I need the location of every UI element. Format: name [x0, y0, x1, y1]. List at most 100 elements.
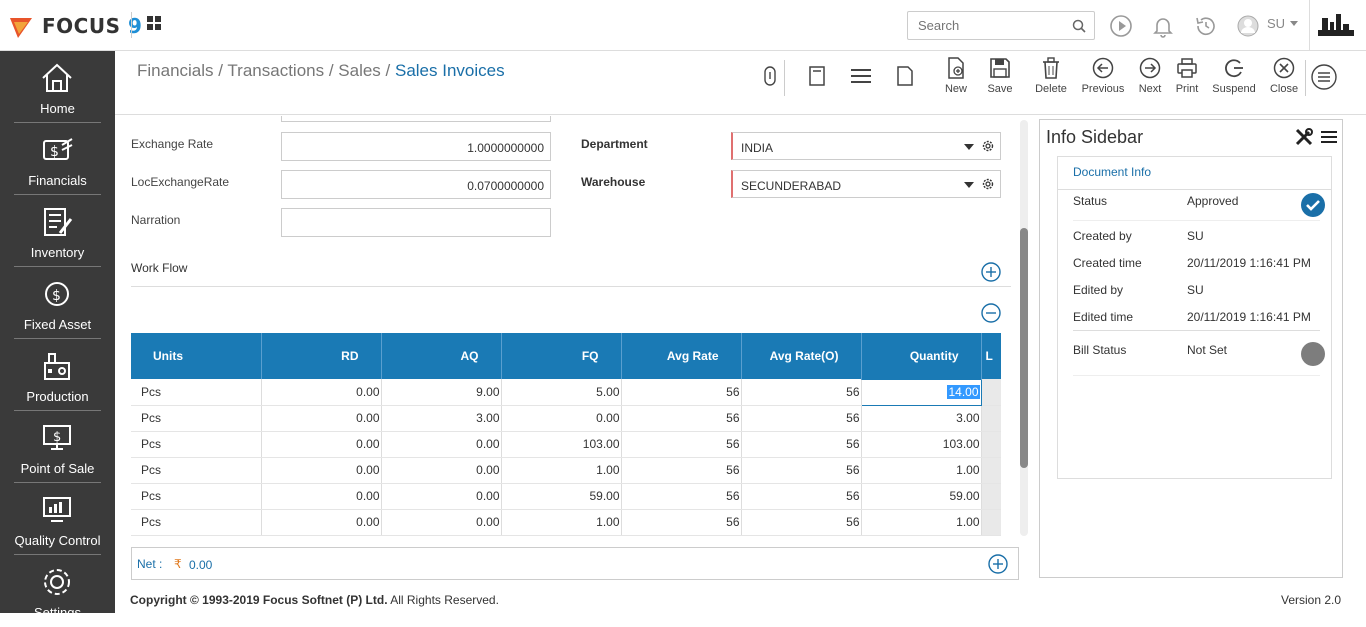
gear-icon[interactable] — [982, 178, 994, 190]
save-button[interactable]: Save — [984, 57, 1016, 95]
dropdown-caret-icon[interactable] — [964, 144, 974, 150]
cell-rd[interactable]: 0.00 — [261, 509, 382, 536]
warehouse-select[interactable]: SECUNDERABAD — [731, 170, 1001, 198]
cell-aq[interactable]: 0.00 — [381, 509, 502, 536]
print-button[interactable]: Print — [1172, 57, 1202, 95]
cell-quantity[interactable]: 103.00 — [861, 431, 982, 458]
cell-aq[interactable]: 0.00 — [381, 457, 502, 484]
cell-aq[interactable]: 9.00 — [381, 379, 502, 406]
cell-quantity[interactable]: 59.00 — [861, 483, 982, 510]
column-header-l[interactable]: L — [981, 333, 1001, 379]
delete-button[interactable]: Delete — [1032, 57, 1070, 95]
cell-avg-rate-o[interactable]: 56 — [741, 405, 862, 432]
attachment-icon[interactable] — [762, 65, 778, 87]
suspend-button[interactable]: Suspend — [1210, 57, 1258, 95]
column-header-aq[interactable]: AQ — [381, 333, 502, 379]
column-header-quantity[interactable]: Quantity — [861, 333, 982, 379]
cell-units[interactable]: Pcs — [131, 457, 262, 484]
sidebar-item-production[interactable]: Production — [0, 339, 115, 411]
tools-icon[interactable] — [1294, 127, 1314, 147]
expand-plus-icon[interactable] — [988, 554, 1008, 574]
cell-fq[interactable]: 59.00 — [501, 483, 622, 510]
cell-units[interactable]: Pcs — [131, 509, 262, 536]
breadcrumb-financials[interactable]: Financials — [137, 61, 214, 80]
expand-plus-icon[interactable] — [981, 262, 1001, 282]
cell-avg-rate-o[interactable]: 56 — [741, 457, 862, 484]
cell-units[interactable]: Pcs — [131, 431, 262, 458]
exchange-rate-field[interactable]: 1.0000000000 — [281, 132, 551, 161]
play-icon[interactable] — [1109, 14, 1133, 38]
cell-avg-rate[interactable]: 56 — [621, 431, 742, 458]
column-header-avg-rate-o[interactable]: Avg Rate(O) — [741, 333, 862, 379]
apps-grid-icon[interactable] — [147, 16, 161, 30]
cell-aq[interactable]: 0.00 — [381, 483, 502, 510]
scrollbar-thumb[interactable] — [1020, 228, 1028, 468]
cell-avg-rate-o[interactable]: 56 — [741, 379, 862, 406]
table-row[interactable]: Pcs 0.00 0.00 103.00 56 56 103.00 — [131, 431, 1001, 458]
cell-avg-rate-o[interactable]: 56 — [741, 509, 862, 536]
search-input[interactable] — [908, 12, 1058, 39]
column-header-fq[interactable]: FQ — [501, 333, 622, 379]
sidebar-item-fixed-asset[interactable]: $ Fixed Asset — [0, 267, 115, 339]
cell-avg-rate-o[interactable]: 56 — [741, 431, 862, 458]
cell-rd[interactable]: 0.00 — [261, 379, 382, 406]
previous-button[interactable]: Previous — [1079, 57, 1127, 95]
cell-quantity-editing[interactable]: 14.00 — [860, 378, 982, 406]
cell-rd[interactable]: 0.00 — [261, 483, 382, 510]
next-button[interactable]: Next — [1134, 57, 1166, 95]
cell-avg-rate[interactable]: 56 — [621, 483, 742, 510]
cell-units[interactable]: Pcs — [131, 405, 262, 432]
sidebar-item-point-of-sale[interactable]: $ Point of Sale — [0, 411, 115, 483]
form-view-icon[interactable] — [808, 66, 826, 86]
hamburger-menu-icon[interactable] — [1320, 129, 1338, 145]
table-row[interactable]: Pcs 0.00 0.00 59.00 56 56 59.00 — [131, 483, 1001, 510]
sidebar-item-settings[interactable]: Settings — [0, 555, 115, 627]
sidebar-item-home[interactable]: Home — [0, 51, 115, 123]
cell-avg-rate[interactable]: 56 — [621, 457, 742, 484]
selected-text[interactable]: 14.00 — [947, 385, 980, 399]
sidebar-item-financials[interactable]: $ Financials — [0, 123, 115, 195]
user-name[interactable]: SU — [1267, 16, 1285, 31]
history-icon[interactable] — [1194, 14, 1218, 38]
gear-icon[interactable] — [982, 140, 994, 152]
cell-fq[interactable]: 1.00 — [501, 457, 622, 484]
document-icon[interactable] — [896, 66, 914, 86]
table-row[interactable]: Pcs 0.00 0.00 1.00 56 56 1.00 — [131, 509, 1001, 536]
table-row[interactable]: Pcs 0.00 3.00 0.00 56 56 3.00 — [131, 405, 1001, 432]
cell-rd[interactable]: 0.00 — [261, 431, 382, 458]
search-icon[interactable] — [1072, 19, 1086, 33]
cell-units[interactable]: Pcs — [131, 483, 262, 510]
cell-l[interactable] — [981, 483, 1001, 510]
cell-l[interactable] — [981, 405, 1001, 432]
breadcrumb-transactions[interactable]: Transactions — [227, 61, 324, 80]
cell-avg-rate[interactable]: 56 — [621, 405, 742, 432]
cell-fq[interactable]: 103.00 — [501, 431, 622, 458]
notifications-bell-icon[interactable] — [1151, 14, 1175, 38]
menu-icon[interactable] — [1311, 64, 1337, 90]
department-select[interactable]: INDIA — [731, 132, 1001, 160]
chevron-down-icon[interactable] — [1290, 21, 1298, 26]
cell-aq[interactable]: 3.00 — [381, 405, 502, 432]
user-avatar-icon[interactable] — [1236, 14, 1260, 38]
cell-rd[interactable]: 0.00 — [261, 405, 382, 432]
cell-fq[interactable]: 1.00 — [501, 509, 622, 536]
breadcrumb-sales[interactable]: Sales — [338, 61, 381, 80]
cell-quantity[interactable]: 1.00 — [861, 457, 982, 484]
list-view-icon[interactable] — [850, 68, 872, 84]
tab-document-info[interactable]: Document Info — [1073, 165, 1151, 179]
sidebar-item-quality-control[interactable]: Quality Control — [0, 483, 115, 555]
new-button[interactable]: New — [940, 57, 972, 95]
cell-avg-rate[interactable]: 56 — [621, 509, 742, 536]
cell-rd[interactable]: 0.00 — [261, 457, 382, 484]
cell-l[interactable] — [981, 379, 1001, 406]
cell-units[interactable]: Pcs — [131, 379, 262, 406]
cell-fq[interactable]: 5.00 — [501, 379, 622, 406]
cell-quantity[interactable]: 3.00 — [861, 405, 982, 432]
sidebar-item-inventory[interactable]: Inventory — [0, 195, 115, 267]
cell-l[interactable] — [981, 431, 1001, 458]
column-header-rd[interactable]: RD — [261, 333, 382, 379]
narration-field[interactable] — [281, 208, 551, 237]
table-row[interactable]: Pcs 0.00 9.00 5.00 56 56 14.00 — [131, 378, 1001, 406]
cell-quantity[interactable]: 1.00 — [861, 509, 982, 536]
dropdown-caret-icon[interactable] — [964, 182, 974, 188]
